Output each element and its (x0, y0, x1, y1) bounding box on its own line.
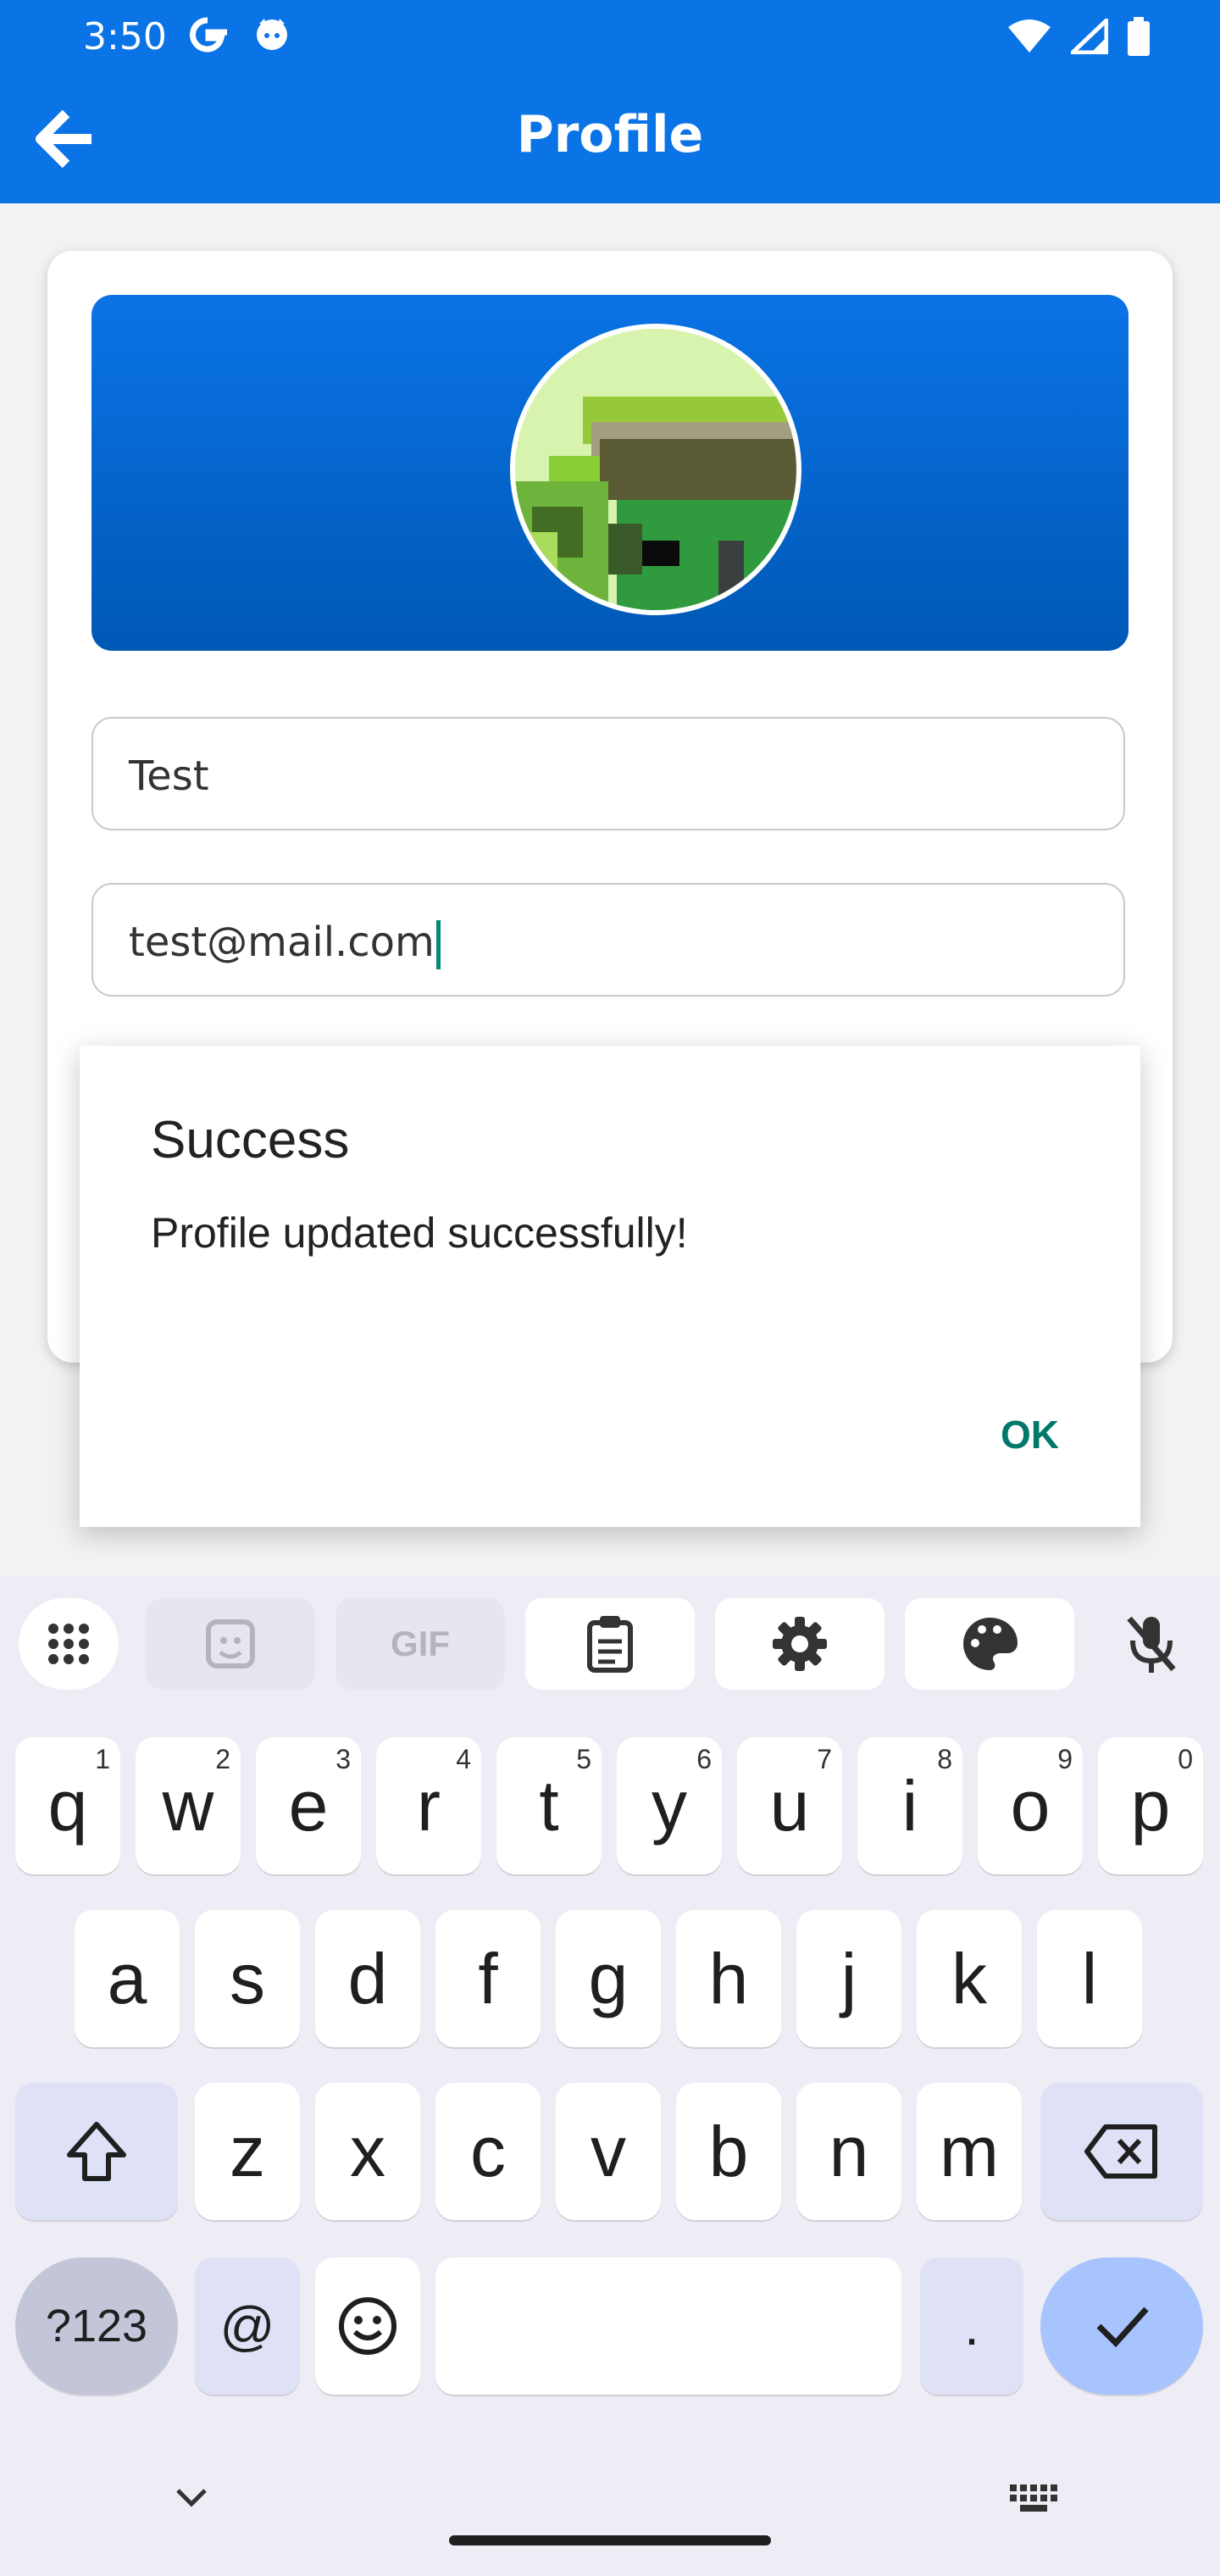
shift-key[interactable] (15, 2083, 178, 2220)
app-bar: Profile (0, 73, 1220, 203)
theme-button[interactable] (905, 1598, 1074, 1690)
key-m[interactable]: m (917, 2083, 1022, 2220)
key-t[interactable]: t5 (496, 1737, 602, 1874)
text-caret (435, 920, 441, 969)
google-icon (188, 15, 228, 58)
check-icon (1096, 2307, 1149, 2348)
apps-grid-icon (48, 1624, 89, 1664)
key-j[interactable]: j (796, 1910, 901, 2047)
key-c[interactable]: c (435, 2083, 541, 2220)
apps-grid-button[interactable] (19, 1598, 119, 1690)
key-o[interactable]: o9 (978, 1737, 1083, 1874)
cell-signal-icon (1067, 15, 1109, 58)
profile-banner (92, 295, 1128, 651)
soft-keyboard: GIF q1 w2 e3 r4 t5 y6 u7 i8 o9 p0 a s d … (0, 1576, 1220, 2576)
key-q[interactable]: q1 (15, 1737, 120, 1874)
key-a[interactable]: a (75, 1910, 180, 2047)
dialog-message: Profile updated successfully! (151, 1209, 688, 1257)
pixel-art-avatar (515, 329, 796, 610)
key-g[interactable]: g (556, 1910, 661, 2047)
key-w[interactable]: w2 (136, 1737, 241, 1874)
cat-notification-icon (252, 15, 291, 58)
key-i[interactable]: i8 (857, 1737, 962, 1874)
clipboard-button[interactable] (525, 1598, 695, 1690)
key-h[interactable]: h (676, 1910, 781, 2047)
key-y[interactable]: y6 (617, 1737, 722, 1874)
shift-icon (67, 2122, 126, 2181)
gif-icon: GIF (391, 1624, 450, 1663)
status-right-icons (1006, 15, 1151, 60)
ok-button[interactable]: OK (1001, 1412, 1059, 1457)
dialog-title: Success (151, 1111, 350, 1169)
key-k[interactable]: k (917, 1910, 1022, 2047)
backspace-icon (1084, 2124, 1157, 2179)
key-d[interactable]: d (315, 1910, 420, 2047)
status-time: 3:50 (83, 15, 167, 58)
key-f[interactable]: f (435, 1910, 541, 2047)
email-field[interactable]: test@mail.com (92, 883, 1125, 997)
email-field-value: test@mail.com (129, 919, 435, 966)
emoji-icon (339, 2297, 396, 2355)
gif-button[interactable]: GIF (336, 1598, 505, 1690)
clipboard-icon (587, 1616, 633, 1673)
key-e[interactable]: e3 (256, 1737, 361, 1874)
name-field-value: Test (129, 752, 209, 800)
keyboard-switch-icon (1010, 2484, 1057, 2512)
mic-off-button[interactable] (1101, 1598, 1201, 1690)
hide-keyboard-button[interactable] (166, 2473, 217, 2523)
key-u[interactable]: u7 (737, 1737, 842, 1874)
chevron-down-icon (176, 2489, 207, 2507)
key-x[interactable]: x (315, 2083, 420, 2220)
keyboard-toolbar: GIF (0, 1576, 1220, 1695)
enter-key[interactable] (1040, 2257, 1203, 2395)
status-bar: 3:50 (0, 0, 1220, 73)
settings-button[interactable] (715, 1598, 884, 1690)
period-key[interactable]: . (920, 2257, 1023, 2395)
page-title: Profile (516, 105, 704, 164)
success-dialog: Success Profile updated successfully! OK (80, 1046, 1140, 1527)
avatar-ring (510, 324, 801, 615)
key-l[interactable]: l (1037, 1910, 1142, 2047)
key-z[interactable]: z (195, 2083, 300, 2220)
palette-icon (963, 1618, 1018, 1670)
backspace-key[interactable] (1040, 2083, 1203, 2220)
key-b[interactable]: b (676, 2083, 781, 2220)
at-key[interactable]: @ (195, 2257, 300, 2395)
space-key[interactable] (435, 2257, 901, 2395)
avatar[interactable] (515, 329, 796, 610)
sticker-button[interactable] (146, 1598, 315, 1690)
key-v[interactable]: v (556, 2083, 661, 2220)
status-left-icons (188, 15, 291, 58)
key-r[interactable]: r4 (376, 1737, 481, 1874)
key-p[interactable]: p0 (1098, 1737, 1203, 1874)
key-n[interactable]: n (796, 2083, 901, 2220)
switch-keyboard-button[interactable] (1006, 2473, 1061, 2523)
key-s[interactable]: s (195, 1910, 300, 2047)
symbols-key[interactable]: ?123 (15, 2257, 178, 2395)
keyboard-nav-row (0, 2457, 1220, 2576)
settings-icon (773, 1617, 827, 1671)
mic-off-icon (1127, 1616, 1176, 1673)
name-field[interactable]: Test (92, 717, 1125, 830)
battery-icon (1127, 17, 1151, 60)
gesture-handle[interactable] (449, 2535, 771, 2545)
sticker-icon (206, 1619, 255, 1668)
emoji-key[interactable] (315, 2257, 420, 2395)
wifi-icon (1006, 19, 1052, 58)
